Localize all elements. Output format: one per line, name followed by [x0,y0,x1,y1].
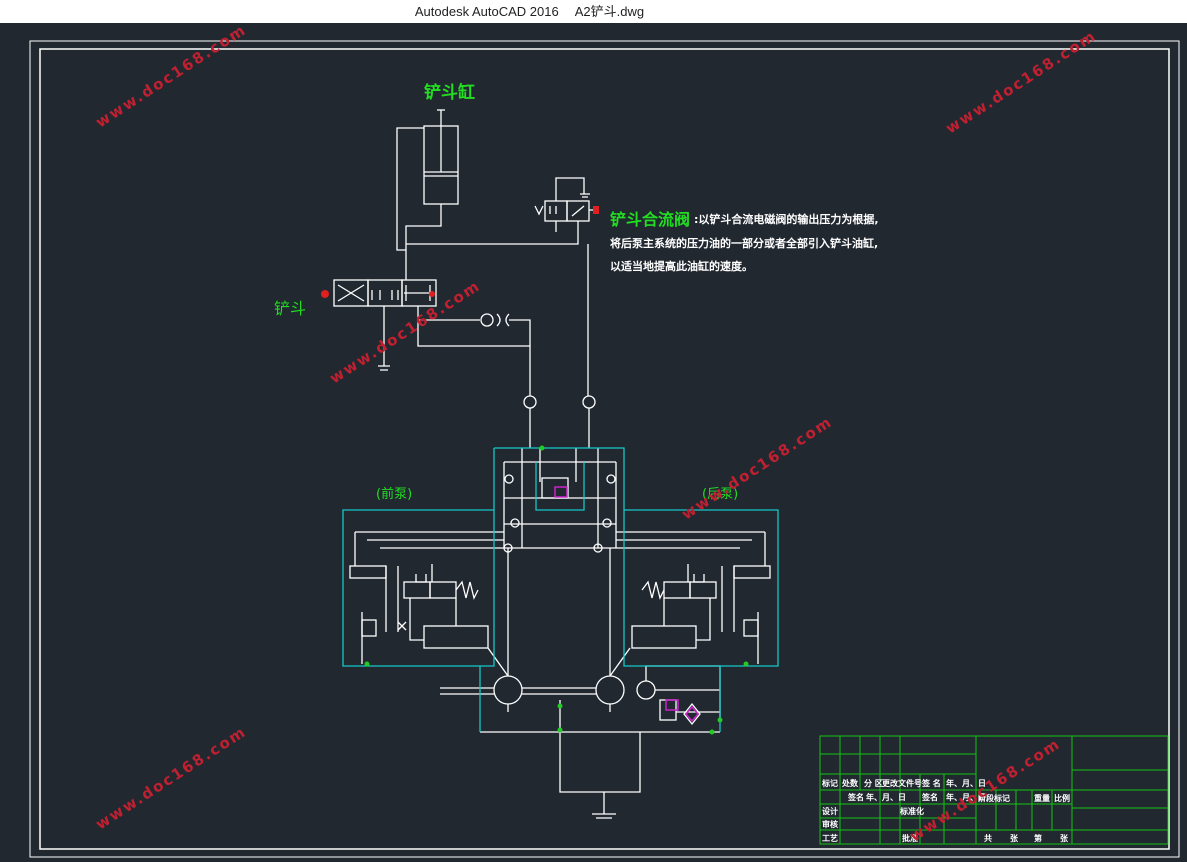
tb-change-doc: 更改文件号 [882,778,922,788]
tb-process: 工艺 [822,833,838,843]
tb-sheet: 张 [1010,834,1019,843]
front-pump [493,675,523,705]
outer-border [29,40,1180,858]
pilot-relief-left [554,486,568,498]
merge-valve-title: 铲斗合流阀 [610,210,690,229]
watermark-1: www.doc168.com [92,23,249,131]
tb-page: 第 [1034,833,1042,843]
watermarks: www.doc168.com www.doc168.com www.doc168… [92,23,1099,845]
merge-valve-desc-3: 以适当地提高此油缸的速度。 [610,259,753,273]
watermark-4: www.doc168.com [678,412,835,523]
junction-dots [364,445,749,735]
merge-valve-desc-1: :以铲斗合流电磁阀的输出压力为根据, [694,212,879,226]
tb-page2: 张 [1060,834,1069,843]
file-name: A2铲斗.dwg [574,4,645,19]
control-valve-center [367,279,403,307]
tb-total: 共 [984,833,992,843]
rear-pump [595,675,625,705]
watermark-2: www.doc168.com [942,26,1099,137]
tb-zone: 分 区 [864,778,883,788]
watermark-5: www.doc168.com [92,722,249,833]
inner-border [39,48,1170,850]
tb-weight: 重量 [1034,793,1050,803]
valve-handle-left [321,290,329,298]
window-title: Autodesk AutoCAD 2016 A2铲斗.dwg [0,0,1059,23]
merge-valve-desc-2: 将后泵主系统的压力油的一部分或者全部引入铲斗油缸, [610,236,878,250]
front-pump-label: (前泵) [376,486,412,502]
tb-review: 审核 [822,819,838,829]
drawing-canvas[interactable]: 铲斗缸 铲斗 铲斗合流阀 :以铲斗合流电磁阀的输出压力为根据, 将后泵主系统的压… [0,23,1187,862]
bucket-valve-label: 铲斗 [274,299,306,318]
tb-date2: 年、月、日 [866,792,906,802]
tb-design: 设计 [822,806,838,816]
valve-handle-right [429,291,435,297]
solenoid-indicator [593,206,599,214]
app-title: Autodesk AutoCAD 2016 [414,4,559,19]
tb-sign3: 签名 [921,792,938,802]
tb-count: 处数 [841,778,859,788]
window-title-bar: Autodesk AutoCAD 2016 A2铲斗.dwg [0,0,1187,23]
tb-standard: 标准化 [899,806,924,816]
bucket-cylinder-label: 铲斗缸 [424,82,475,103]
tb-sign2: 签名 [847,792,864,802]
tb-scale: 比例 [1054,793,1070,803]
tb-sign: 签 名 [921,778,941,788]
tb-mark: 标记 [821,778,838,788]
